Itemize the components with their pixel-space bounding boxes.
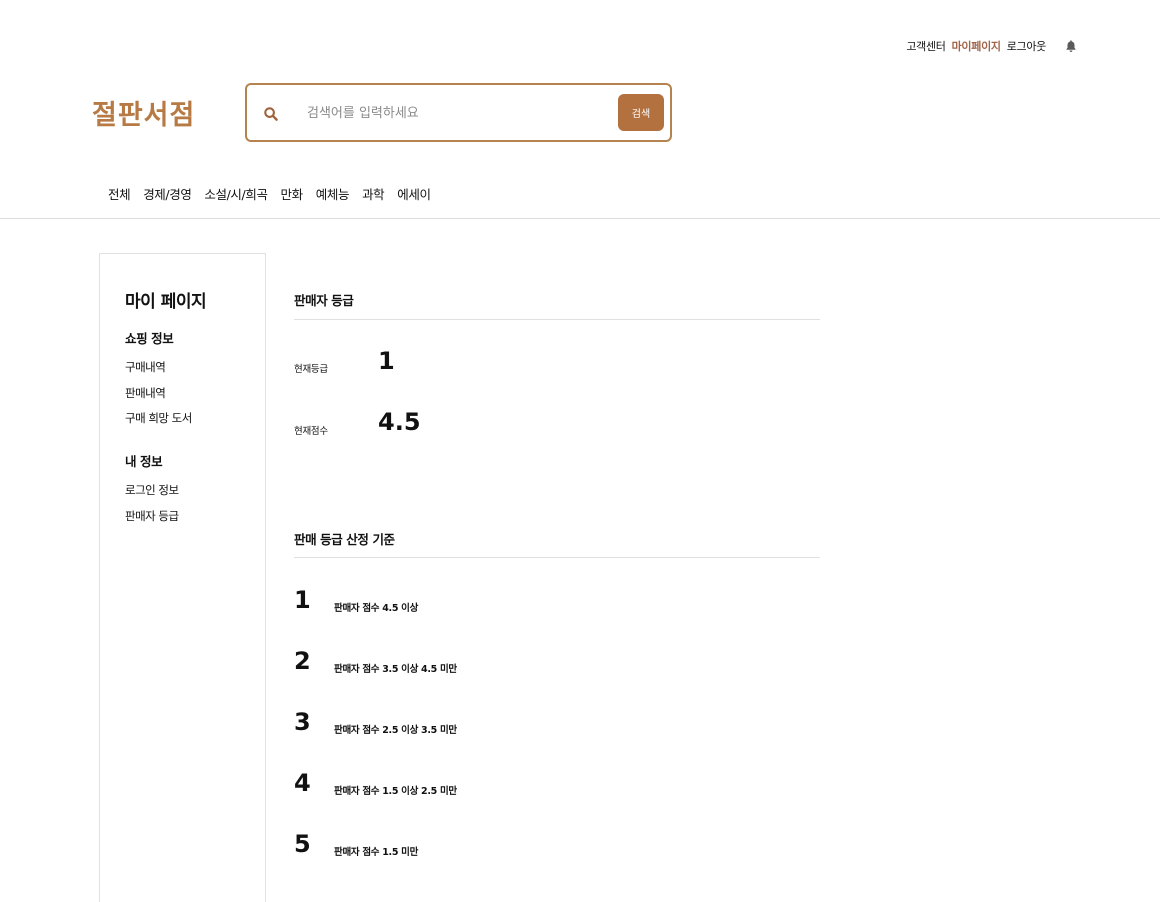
current-score-label: 현재점수 — [294, 426, 328, 437]
category-science[interactable]: 과학 — [362, 184, 385, 203]
criteria-grade-text: 판매자 점수 3.5 이상 4.5 미만 — [334, 664, 457, 675]
search-icon — [264, 107, 278, 121]
category-essay[interactable]: 에세이 — [397, 184, 431, 203]
sidebar-item-seller-grade[interactable]: 판매자 등급 — [125, 508, 179, 524]
shopping-section-title: 쇼핑 정보 — [125, 331, 174, 346]
mypage-link[interactable]: 마이페이지 — [952, 38, 1001, 54]
category-economy[interactable]: 경제/경영 — [143, 184, 192, 203]
current-grade-label: 현재등급 — [294, 364, 328, 375]
criteria-grade-text: 판매자 점수 1.5 미만 — [334, 847, 419, 858]
category-all[interactable]: 전체 — [108, 184, 131, 203]
criteria-divider — [294, 557, 820, 558]
top-utility-links: 고객센터 마이페이지 로그아웃 — [900, 38, 1078, 54]
my-info-section-title: 내 정보 — [125, 454, 163, 469]
criteria-grade-number: 5 — [294, 830, 311, 858]
header-divider — [0, 218, 1160, 219]
logout-link[interactable]: 로그아웃 — [1007, 38, 1047, 54]
sidebar-item-login-info[interactable]: 로그인 정보 — [125, 482, 179, 498]
bell-icon[interactable] — [1064, 39, 1078, 53]
sidebar-title: 마이 페이지 — [125, 292, 207, 312]
criteria-title: 판매 등급 산정 기준 — [294, 532, 395, 547]
category-comics[interactable]: 만화 — [281, 184, 304, 203]
sidebar-item-sales-history[interactable]: 판매내역 — [125, 385, 166, 401]
mypage-sidebar: 마이 페이지 쇼핑 정보 구매내역 판매내역 구매 희망 도서 내 정보 로그인… — [99, 253, 266, 902]
criteria-grade-number: 1 — [294, 586, 311, 614]
seller-grade-divider — [294, 319, 820, 320]
category-fiction[interactable]: 소설/시/희곡 — [204, 184, 268, 203]
search-button[interactable]: 검색 — [618, 94, 664, 131]
current-score-value: 4.5 — [378, 408, 421, 436]
sidebar-item-wishlist-books[interactable]: 구매 희망 도서 — [125, 410, 192, 426]
criteria-grade-number: 2 — [294, 647, 311, 675]
criteria-grade-number: 3 — [294, 708, 311, 736]
criteria-grade-text: 판매자 점수 2.5 이상 3.5 미만 — [334, 725, 457, 736]
criteria-grade-text: 판매자 점수 4.5 이상 — [334, 603, 419, 614]
criteria-grade-number: 4 — [294, 769, 311, 797]
site-logo[interactable]: 절판서점 — [92, 93, 195, 132]
search-bar: 검색 — [245, 83, 672, 142]
category-arts[interactable]: 예체능 — [316, 184, 350, 203]
seller-grade-title: 판매자 등급 — [294, 293, 354, 308]
customer-center-link[interactable]: 고객센터 — [906, 38, 946, 54]
criteria-grade-text: 판매자 점수 1.5 이상 2.5 미만 — [334, 786, 457, 797]
category-nav: 전체 경제/경영 소설/시/희곡 만화 예체능 과학 에세이 — [108, 184, 444, 203]
search-input[interactable] — [307, 101, 607, 125]
sidebar-item-purchase-history[interactable]: 구매내역 — [125, 359, 166, 375]
current-grade-value: 1 — [378, 347, 395, 375]
